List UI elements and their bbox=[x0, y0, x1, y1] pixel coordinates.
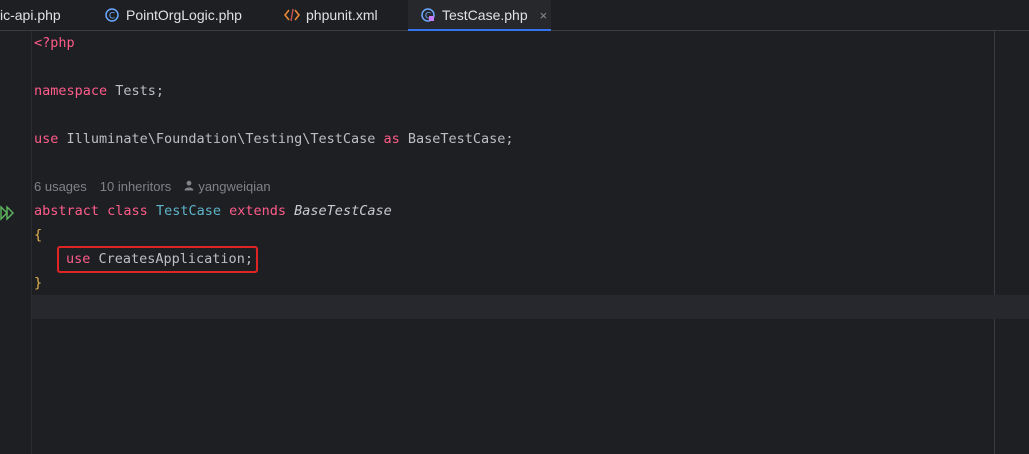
tab-label: TestCase.php bbox=[442, 7, 528, 23]
keyword: use bbox=[34, 131, 59, 147]
code-editor[interactable]: <?php namespace Tests; use Illuminate\Fo… bbox=[0, 31, 1029, 454]
xml-file-icon bbox=[284, 7, 300, 23]
highlight-annotation bbox=[57, 246, 258, 273]
keyword: namespace bbox=[34, 83, 108, 99]
run-tests-icon[interactable] bbox=[0, 205, 16, 221]
php-class-icon: C bbox=[104, 7, 120, 23]
tab-ic-api-php[interactable]: ic-api.php bbox=[0, 0, 61, 30]
inheritors-hint[interactable]: 10 inheritors bbox=[100, 175, 172, 199]
close-icon[interactable]: × bbox=[540, 8, 548, 23]
import-alias: BaseTestCase; bbox=[399, 131, 514, 147]
tab-pointorglogic-php[interactable]: C PointOrgLogic.php bbox=[104, 0, 242, 30]
code-vision-hints: 6 usages 10 inheritors yangweiqian bbox=[34, 175, 271, 199]
keyword: abstract bbox=[34, 203, 100, 219]
tab-label: phpunit.xml bbox=[306, 7, 378, 23]
right-margin-guide bbox=[994, 31, 995, 454]
tab-label: ic-api.php bbox=[0, 7, 61, 23]
php-class-icon: C bbox=[420, 7, 436, 23]
code-line-1: <?php bbox=[34, 31, 75, 55]
current-line-highlight bbox=[32, 295, 1029, 319]
usages-hint[interactable]: 6 usages bbox=[34, 175, 87, 199]
parent-class-name: BaseTestCase bbox=[294, 203, 392, 219]
class-name: TestCase bbox=[155, 203, 221, 219]
keyword: class bbox=[107, 203, 148, 219]
user-icon bbox=[184, 175, 194, 199]
author-name: yangweiqian bbox=[198, 179, 271, 194]
gutter-divider bbox=[31, 31, 32, 454]
code-line-7: abstract class TestCase extends BaseTest… bbox=[34, 199, 392, 223]
svg-text:C: C bbox=[109, 12, 115, 22]
tab-testcase-php[interactable]: C TestCase.php × bbox=[408, 0, 551, 31]
code-line-3: namespace Tests; bbox=[34, 79, 164, 103]
close-brace: } bbox=[34, 275, 43, 291]
author-hint[interactable]: yangweiqian bbox=[184, 175, 271, 199]
import-path: Illuminate\Foundation\Testing\TestCase bbox=[58, 131, 384, 147]
code-line-10: } bbox=[34, 271, 42, 295]
code-line-5: use Illuminate\Foundation\Testing\TestCa… bbox=[34, 127, 514, 151]
tab-label: PointOrgLogic.php bbox=[126, 7, 242, 23]
code-line-8: { bbox=[34, 223, 42, 247]
tab-phpunit-xml[interactable]: phpunit.xml bbox=[284, 0, 378, 30]
namespace-name: Tests; bbox=[107, 83, 165, 99]
open-brace: { bbox=[34, 227, 43, 243]
editor-tab-bar: ic-api.php C PointOrgLogic.php phpunit.x… bbox=[0, 0, 1029, 31]
keyword: as bbox=[383, 131, 400, 147]
php-open-tag: <?php bbox=[34, 35, 75, 51]
keyword: extends bbox=[229, 203, 287, 219]
